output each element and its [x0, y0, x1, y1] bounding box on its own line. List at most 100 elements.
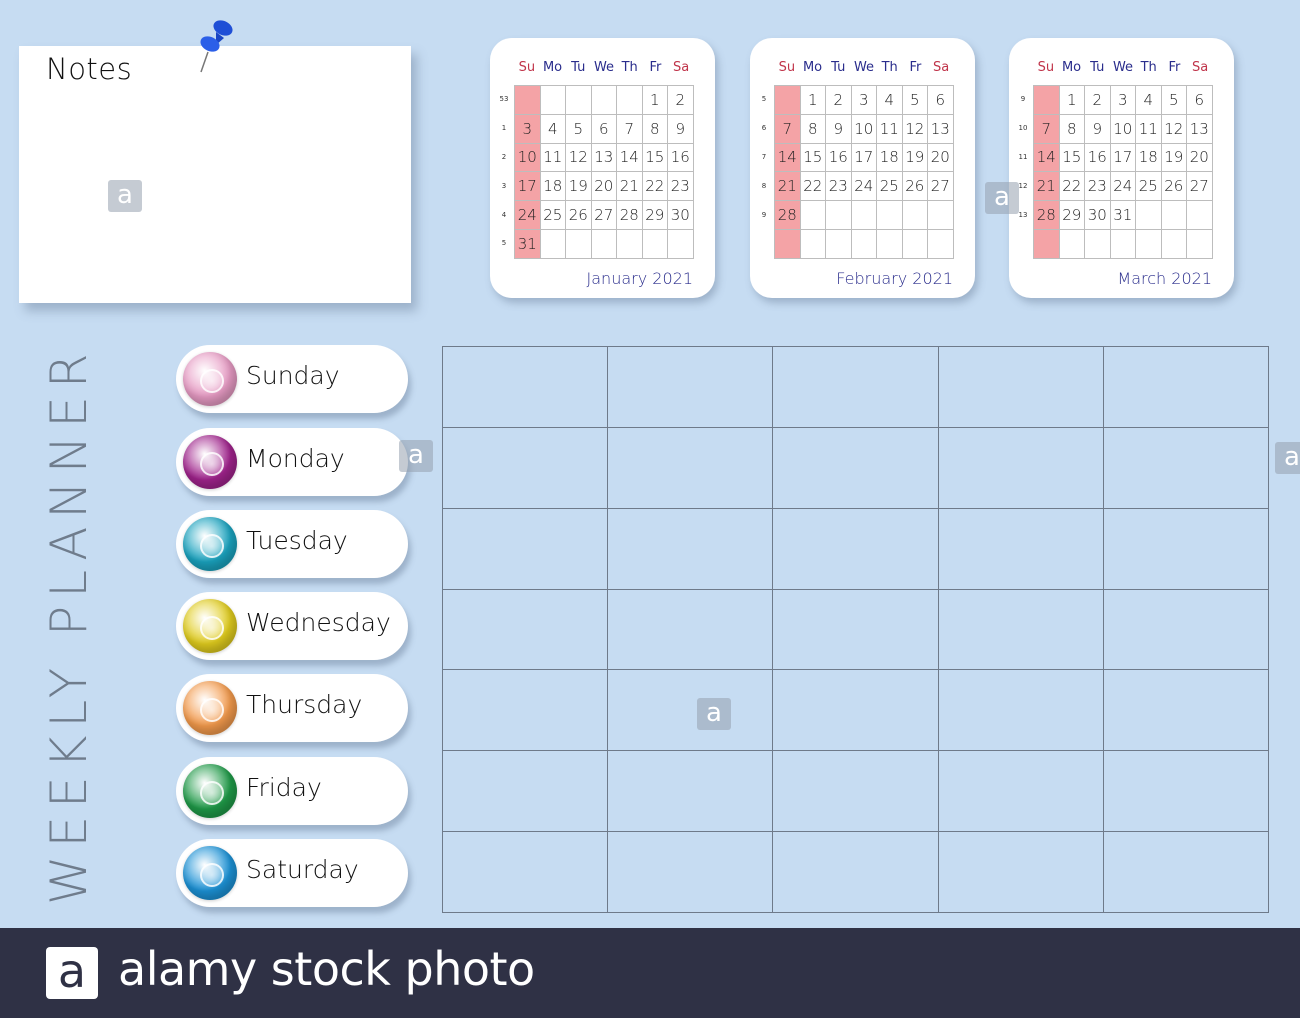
calendar-day[interactable]: 12: [1161, 114, 1187, 144]
planner-cell[interactable]: [608, 832, 774, 913]
calendar-day[interactable]: 28: [617, 201, 643, 230]
notes-card[interactable]: Notes: [19, 46, 411, 303]
calendar-day[interactable]: 18: [1136, 143, 1162, 173]
planner-cell[interactable]: [443, 427, 609, 509]
calendar-day[interactable]: 12: [902, 114, 928, 144]
calendar-day[interactable]: [1187, 229, 1213, 259]
calendar-day[interactable]: 7: [775, 114, 801, 144]
calendar-day[interactable]: 21: [775, 172, 801, 202]
day-pill-wednesday[interactable]: Wednesday: [176, 592, 408, 660]
calendar-day[interactable]: 26: [902, 172, 928, 202]
planner-cell[interactable]: [773, 670, 939, 752]
calendar-day[interactable]: 13: [591, 143, 617, 173]
planner-cell[interactable]: [773, 832, 939, 913]
calendar-day[interactable]: 17: [851, 143, 877, 173]
calendar-day[interactable]: [851, 229, 877, 259]
calendar-day[interactable]: [617, 229, 643, 259]
calendar-day[interactable]: 17: [1110, 143, 1136, 173]
calendar-day[interactable]: 11: [877, 114, 903, 144]
calendar-day[interactable]: [566, 229, 592, 259]
calendar-day[interactable]: 5: [1161, 86, 1187, 115]
calendar-day[interactable]: 20: [1187, 143, 1213, 173]
planner-cell[interactable]: [1103, 832, 1269, 913]
calendar-day[interactable]: 17: [515, 172, 541, 202]
calendar-day[interactable]: 3: [851, 86, 877, 115]
calendar-day[interactable]: [642, 229, 668, 259]
calendar-day[interactable]: 9: [668, 114, 694, 144]
calendar-day[interactable]: 19: [1161, 143, 1187, 173]
planner-cell[interactable]: [938, 832, 1104, 913]
calendar-day[interactable]: 13: [1187, 114, 1213, 144]
calendar-day[interactable]: 10: [515, 143, 541, 173]
day-pill-tuesday[interactable]: Tuesday: [176, 510, 408, 578]
calendar-day[interactable]: 24: [515, 201, 541, 230]
planner-cell[interactable]: [938, 670, 1104, 752]
calendar-day[interactable]: 1: [800, 86, 826, 115]
calendar-day[interactable]: 25: [877, 172, 903, 202]
planner-cell[interactable]: [938, 508, 1104, 590]
calendar-day[interactable]: 2: [668, 86, 694, 115]
calendar-day[interactable]: 4: [540, 114, 566, 144]
calendar-day[interactable]: 22: [800, 172, 826, 202]
calendar-day[interactable]: 2: [826, 86, 852, 115]
calendar-day[interactable]: 29: [1059, 201, 1085, 230]
planner-cell[interactable]: [443, 508, 609, 590]
calendar-day[interactable]: 6: [1187, 86, 1213, 115]
calendar-day[interactable]: 22: [1059, 172, 1085, 202]
planner-cell[interactable]: [773, 751, 939, 833]
calendar-day[interactable]: 9: [1085, 114, 1111, 144]
calendar-day[interactable]: [591, 86, 617, 115]
planner-cell[interactable]: [608, 751, 774, 833]
calendar-day[interactable]: [566, 86, 592, 115]
calendar-day[interactable]: 14: [775, 143, 801, 173]
calendar-day[interactable]: 19: [566, 172, 592, 202]
calendar-day[interactable]: [902, 201, 928, 230]
calendar-day[interactable]: 15: [1059, 143, 1085, 173]
planner-cell[interactable]: [773, 347, 939, 428]
calendar-day[interactable]: 21: [1034, 172, 1060, 202]
day-pill-saturday[interactable]: Saturday: [176, 839, 408, 907]
calendar-day[interactable]: 3: [1110, 86, 1136, 115]
calendar-day[interactable]: 19: [902, 143, 928, 173]
calendar-day[interactable]: [1034, 229, 1060, 259]
calendar-day[interactable]: [800, 201, 826, 230]
calendar-day[interactable]: 1: [1059, 86, 1085, 115]
calendar-day[interactable]: 26: [1161, 172, 1187, 202]
planner-cell[interactable]: [443, 347, 609, 428]
planner-cell[interactable]: [1103, 751, 1269, 833]
planner-cell[interactable]: [938, 589, 1104, 671]
calendar-day[interactable]: 11: [1136, 114, 1162, 144]
calendar-day[interactable]: 31: [1110, 201, 1136, 230]
calendar-day[interactable]: [515, 86, 541, 115]
calendar-day[interactable]: 16: [826, 143, 852, 173]
calendar-day[interactable]: [540, 229, 566, 259]
planner-cell[interactable]: [773, 508, 939, 590]
calendar-day[interactable]: [1161, 201, 1187, 230]
calendar-day[interactable]: 10: [851, 114, 877, 144]
calendar-day[interactable]: [826, 201, 852, 230]
planner-cell[interactable]: [608, 427, 774, 509]
calendar-day[interactable]: [540, 86, 566, 115]
planner-cell[interactable]: [608, 508, 774, 590]
planner-cell[interactable]: [443, 751, 609, 833]
planner-cell[interactable]: [608, 670, 774, 752]
calendar-day[interactable]: 14: [617, 143, 643, 173]
calendar-day[interactable]: [851, 201, 877, 230]
calendar-day[interactable]: 27: [591, 201, 617, 230]
calendar-day[interactable]: 28: [1034, 201, 1060, 230]
calendar-day[interactable]: 14: [1034, 143, 1060, 173]
calendar-day[interactable]: 21: [617, 172, 643, 202]
planner-cell[interactable]: [1103, 589, 1269, 671]
calendar-day[interactable]: [1161, 229, 1187, 259]
calendar-day[interactable]: 26: [566, 201, 592, 230]
calendar-day[interactable]: 15: [800, 143, 826, 173]
calendar-day[interactable]: 5: [566, 114, 592, 144]
calendar-day[interactable]: 8: [800, 114, 826, 144]
planner-cell[interactable]: [773, 427, 939, 509]
calendar-day[interactable]: 16: [1085, 143, 1111, 173]
calendar-day[interactable]: 6: [591, 114, 617, 144]
calendar-day[interactable]: 18: [540, 172, 566, 202]
day-pill-monday[interactable]: Monday: [176, 428, 408, 496]
calendar-day[interactable]: 7: [1034, 114, 1060, 144]
calendar-day[interactable]: 30: [1085, 201, 1111, 230]
